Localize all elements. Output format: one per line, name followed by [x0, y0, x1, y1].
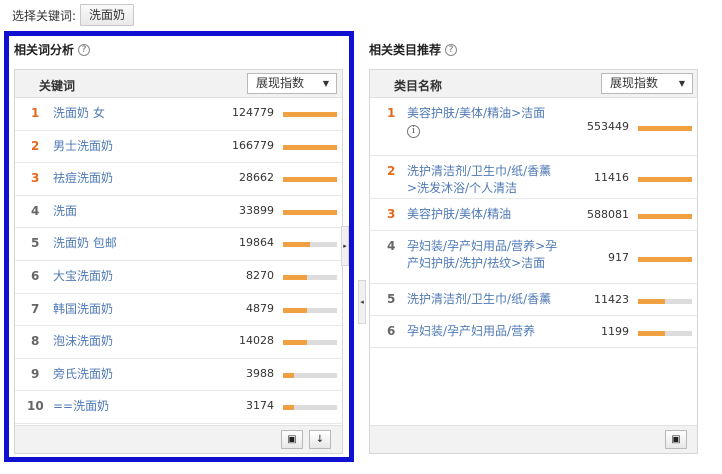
progress-bar: [638, 126, 692, 131]
collapse-toggle-left[interactable]: ◂: [358, 280, 366, 324]
table-row: 4 孕妇装/孕产妇用品/营养>孕产妇护肤/洗护/祛纹>洁面 917: [370, 231, 697, 284]
right-panel-title: 相关类目推荐 ?: [369, 41, 458, 58]
row-rank: 6: [387, 324, 396, 338]
row-rank: 3: [387, 207, 396, 221]
column-header-category: 类目名称: [394, 79, 443, 93]
progress-bar: [638, 299, 692, 304]
progress-bar-fill: [638, 331, 665, 336]
progress-bar-fill: [638, 214, 692, 219]
category-link[interactable]: 美容护肤/美体/精油>洁面: [407, 105, 559, 122]
metric-select[interactable]: 展现指数 ▼: [601, 73, 693, 94]
progress-bar-fill: [638, 299, 665, 304]
related-categories-table: 类目名称 展现指数 ▼ 1 美容护肤/美体/精油>洁面 i 553449 2 洗护清洁剂/…: [369, 69, 698, 454]
category-cell: 洗护清洁剂/卫生巾/纸/香薰>洗发沐浴/个人清洁: [407, 163, 559, 197]
right-panel-title-text: 相关类目推荐: [369, 43, 442, 57]
keyword-chip[interactable]: 洗面奶: [80, 4, 135, 26]
category-link[interactable]: 孕妇装/孕产妇用品/营养: [407, 323, 559, 340]
category-cell: 美容护肤/美体/精油>洁面 i: [407, 105, 559, 138]
progress-bar: [638, 214, 692, 219]
chevron-down-icon: ▼: [678, 79, 685, 88]
category-link[interactable]: 孕妇装/孕产妇用品/营养>孕产妇护肤/洗护/祛纹>洁面: [407, 238, 559, 272]
keyword-selector: 选择关键词: 洗面奶: [12, 4, 135, 26]
category-cell: 洗护清洁剂/卫生巾/纸/香薰: [407, 291, 559, 308]
progress-bar-fill: [638, 177, 692, 182]
category-link[interactable]: 洗护清洁剂/卫生巾/纸/香薰>洗发沐浴/个人清洁: [407, 163, 559, 197]
progress-bar: [638, 331, 692, 336]
row-value: 11416: [594, 171, 629, 184]
category-cell: 美容护肤/美体/精油: [407, 206, 559, 223]
row-value: 588081: [587, 208, 629, 221]
row-value: 917: [608, 251, 629, 264]
progress-bar: [638, 177, 692, 182]
help-icon[interactable]: ?: [445, 43, 458, 56]
progress-bar: [638, 257, 692, 262]
row-rank: 4: [387, 239, 396, 253]
table-row: 5 洗护清洁剂/卫生巾/纸/香薰 11423: [370, 284, 697, 316]
progress-bar-fill: [638, 257, 692, 262]
table-footer: ▣: [370, 425, 697, 453]
highlight-box: [4, 31, 354, 462]
info-icon[interactable]: i: [407, 125, 420, 138]
keyword-selector-label: 选择关键词:: [12, 8, 77, 23]
category-cell: 孕妇装/孕产妇用品/营养: [407, 323, 559, 340]
progress-bar-fill: [638, 126, 692, 131]
metric-select-value: 展现指数: [610, 76, 659, 90]
copy-icon: ▣: [671, 434, 681, 445]
row-rank: 2: [387, 164, 396, 178]
table-row: 2 洗护清洁剂/卫生巾/纸/香薰>洗发沐浴/个人清洁 11416: [370, 156, 697, 199]
category-link[interactable]: 洗护清洁剂/卫生巾/纸/香薰: [407, 291, 559, 308]
table-row: 3 美容护肤/美体/精油 588081: [370, 199, 697, 231]
row-value: 1199: [601, 325, 629, 338]
copy-button[interactable]: ▣: [665, 430, 687, 449]
category-link[interactable]: 美容护肤/美体/精油: [407, 206, 559, 223]
row-value: 11423: [594, 293, 629, 306]
row-value: 553449: [587, 120, 629, 133]
table-row: 1 美容护肤/美体/精油>洁面 i 553449: [370, 98, 697, 156]
table-row: 6 孕妇装/孕产妇用品/营养 1199: [370, 316, 697, 348]
row-rank: 1: [387, 106, 396, 120]
row-rank: 5: [387, 292, 396, 306]
table-header: 类目名称 展现指数 ▼: [370, 70, 697, 98]
category-cell: 孕妇装/孕产妇用品/营养>孕产妇护肤/洗护/祛纹>洁面: [407, 238, 559, 272]
